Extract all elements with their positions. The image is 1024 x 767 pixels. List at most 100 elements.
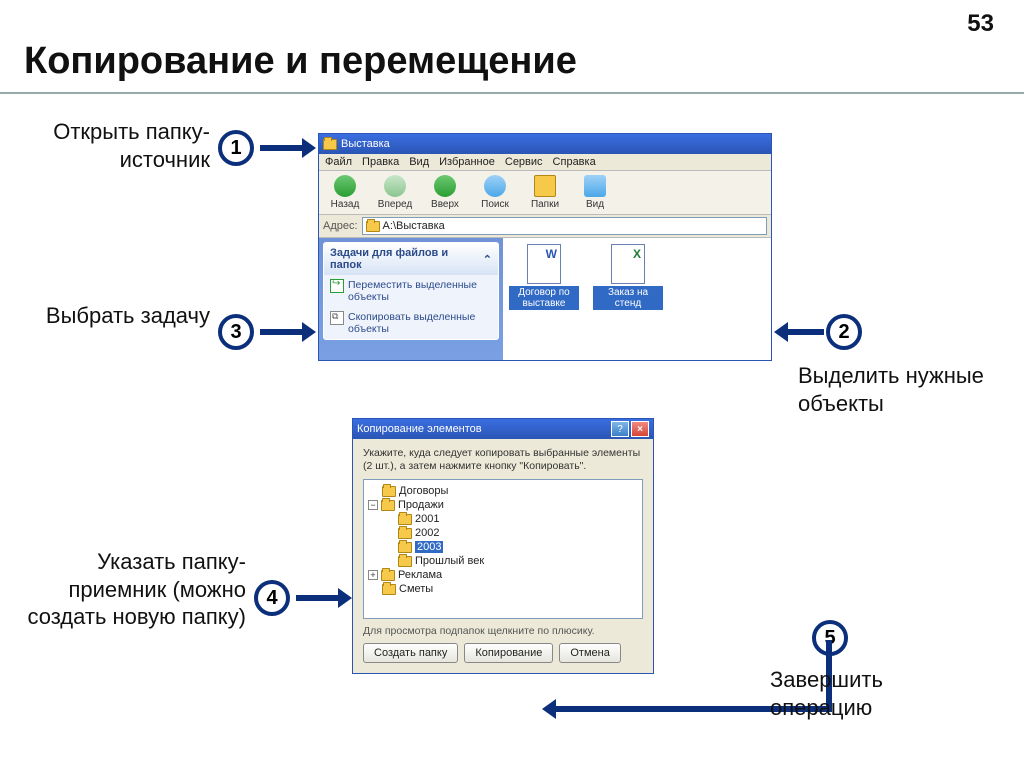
title-underline bbox=[0, 92, 1024, 94]
tree-node[interactable]: − Продажи bbox=[368, 498, 638, 512]
explorer-toolbar: Назад Вперед Вверх Поиск Папки Вид bbox=[319, 171, 771, 215]
step1-arrow bbox=[260, 145, 306, 151]
search-icon bbox=[484, 175, 506, 197]
folder-icon bbox=[398, 542, 412, 553]
tree-node[interactable]: Сметы bbox=[368, 582, 638, 596]
tree-node[interactable]: 2001 bbox=[368, 512, 638, 526]
file-item-word[interactable]: Договор по выставке bbox=[509, 244, 579, 310]
task-move-label: Переместить выделенные объекты bbox=[348, 279, 492, 303]
folder-icon bbox=[398, 556, 412, 567]
tree-node[interactable]: 2002 bbox=[368, 526, 638, 540]
folder-icon bbox=[398, 514, 412, 525]
folder-icon bbox=[381, 500, 395, 511]
tree-node[interactable]: + Реклама bbox=[368, 568, 638, 582]
explorer-addressbar: Адрес: A:\Выставка bbox=[319, 215, 771, 238]
step2-arrow bbox=[784, 329, 824, 335]
explorer-titlebar[interactable]: Выставка bbox=[319, 134, 771, 154]
menu-edit[interactable]: Правка bbox=[362, 156, 399, 168]
task-move-item[interactable]: Переместить выделенные объекты bbox=[324, 275, 498, 307]
file-item-excel[interactable]: Заказ на стенд bbox=[593, 244, 663, 310]
task-pane-header-label: Задачи для файлов и папок bbox=[330, 247, 483, 271]
dialog-buttons: Создать папку Копирование Отмена bbox=[363, 643, 643, 663]
toolbar-views-button[interactable]: Вид bbox=[573, 175, 617, 210]
folder-icon bbox=[323, 139, 337, 150]
toolbar-search-label: Поиск bbox=[481, 199, 509, 210]
tree-label: 2001 bbox=[415, 513, 439, 525]
copy-dialog: Копирование элементов ? × Укажите, куда … bbox=[352, 418, 654, 674]
task-copy-item[interactable]: Скопировать выделенные объекты bbox=[324, 307, 498, 339]
titlebar-buttons: ? × bbox=[611, 421, 649, 437]
toolbar-fwd-label: Вперед bbox=[378, 199, 412, 210]
step1-label: Открыть папку-источник bbox=[20, 118, 210, 173]
help-button[interactable]: ? bbox=[611, 421, 629, 437]
file-area[interactable]: Договор по выставке Заказ на стенд bbox=[503, 238, 771, 360]
task-pane-header[interactable]: Задачи для файлов и папок ⌃ bbox=[324, 243, 498, 275]
dialog-title: Копирование элементов bbox=[357, 423, 482, 435]
explorer-menubar: Файл Правка Вид Избранное Сервис Справка bbox=[319, 154, 771, 171]
tree-node-selected[interactable]: 2003 bbox=[368, 540, 638, 554]
file-label: Договор по выставке bbox=[509, 286, 579, 310]
explorer-window: Выставка Файл Правка Вид Избранное Серви… bbox=[318, 133, 772, 361]
toolbar-folders-button[interactable]: Папки bbox=[523, 175, 567, 210]
word-file-icon bbox=[527, 244, 561, 284]
folders-icon bbox=[534, 175, 556, 197]
toolbar-up-button[interactable]: Вверх bbox=[423, 175, 467, 210]
dialog-titlebar[interactable]: Копирование элементов ? × bbox=[353, 419, 653, 439]
toolbar-back-button[interactable]: Назад bbox=[323, 175, 367, 210]
toolbar-views-label: Вид bbox=[586, 199, 604, 210]
tree-node[interactable]: Договоры bbox=[368, 484, 638, 498]
menu-file[interactable]: Файл bbox=[325, 156, 352, 168]
folder-icon bbox=[398, 528, 412, 539]
toolbar-folders-label: Папки bbox=[531, 199, 559, 210]
step4-label: Указать папку-приемник (можно создать но… bbox=[16, 548, 246, 631]
menu-favorites[interactable]: Избранное bbox=[439, 156, 495, 168]
explorer-body: Задачи для файлов и папок ⌃ Переместить … bbox=[319, 238, 771, 360]
task-pane: Задачи для файлов и папок ⌃ Переместить … bbox=[319, 238, 503, 360]
collapse-icon[interactable]: − bbox=[368, 500, 378, 510]
dialog-instruction: Укажите, куда следует копировать выбранн… bbox=[363, 447, 643, 473]
tree-label: Прошлый век bbox=[415, 555, 484, 567]
chevron-icon: ⌃ bbox=[483, 253, 492, 266]
step3-label: Выбрать задачу bbox=[40, 302, 210, 330]
step2-badge: 2 bbox=[826, 314, 862, 350]
toolbar-back-label: Назад bbox=[331, 199, 360, 210]
toolbar-forward-button[interactable]: Вперед bbox=[373, 175, 417, 210]
up-icon bbox=[434, 175, 456, 197]
page-title: Копирование и перемещение bbox=[24, 40, 577, 83]
folder-icon bbox=[381, 570, 395, 581]
forward-icon bbox=[384, 175, 406, 197]
dialog-body: Укажите, куда следует копировать выбранн… bbox=[353, 439, 653, 673]
folder-icon bbox=[382, 584, 396, 595]
folder-tree[interactable]: Договоры − Продажи 2001 2002 2003 Про bbox=[363, 479, 643, 619]
address-input[interactable]: A:\Выставка bbox=[362, 217, 767, 235]
toolbar-up-label: Вверх bbox=[431, 199, 459, 210]
step2-label: Выделить нужные объекты bbox=[798, 362, 1008, 417]
tree-label: Сметы bbox=[399, 583, 433, 595]
address-value: A:\Выставка bbox=[383, 220, 445, 232]
step3-badge: 3 bbox=[218, 314, 254, 350]
tree-node[interactable]: Прошлый век bbox=[368, 554, 638, 568]
menu-tools[interactable]: Сервис bbox=[505, 156, 543, 168]
excel-file-icon bbox=[611, 244, 645, 284]
menu-help[interactable]: Справка bbox=[553, 156, 596, 168]
views-icon bbox=[584, 175, 606, 197]
cancel-button[interactable]: Отмена bbox=[559, 643, 620, 663]
page-number: 53 bbox=[967, 10, 994, 38]
step1-badge: 1 bbox=[218, 130, 254, 166]
tree-label: 2002 bbox=[415, 527, 439, 539]
menu-view[interactable]: Вид bbox=[409, 156, 429, 168]
address-label: Адрес: bbox=[323, 220, 358, 232]
back-icon bbox=[334, 175, 356, 197]
folder-icon bbox=[366, 221, 380, 232]
new-folder-button[interactable]: Создать папку bbox=[363, 643, 458, 663]
task-copy-label: Скопировать выделенные объекты bbox=[348, 311, 492, 335]
expand-icon[interactable]: + bbox=[368, 570, 378, 580]
step5-label: Завершить операцию bbox=[770, 666, 990, 721]
toolbar-search-button[interactable]: Поиск bbox=[473, 175, 517, 210]
copy-icon bbox=[330, 311, 344, 325]
task-pane-box: Задачи для файлов и папок ⌃ Переместить … bbox=[323, 242, 499, 340]
move-icon bbox=[330, 279, 344, 293]
tree-label: Договоры bbox=[399, 485, 448, 497]
copy-button[interactable]: Копирование bbox=[464, 643, 553, 663]
close-button[interactable]: × bbox=[631, 421, 649, 437]
